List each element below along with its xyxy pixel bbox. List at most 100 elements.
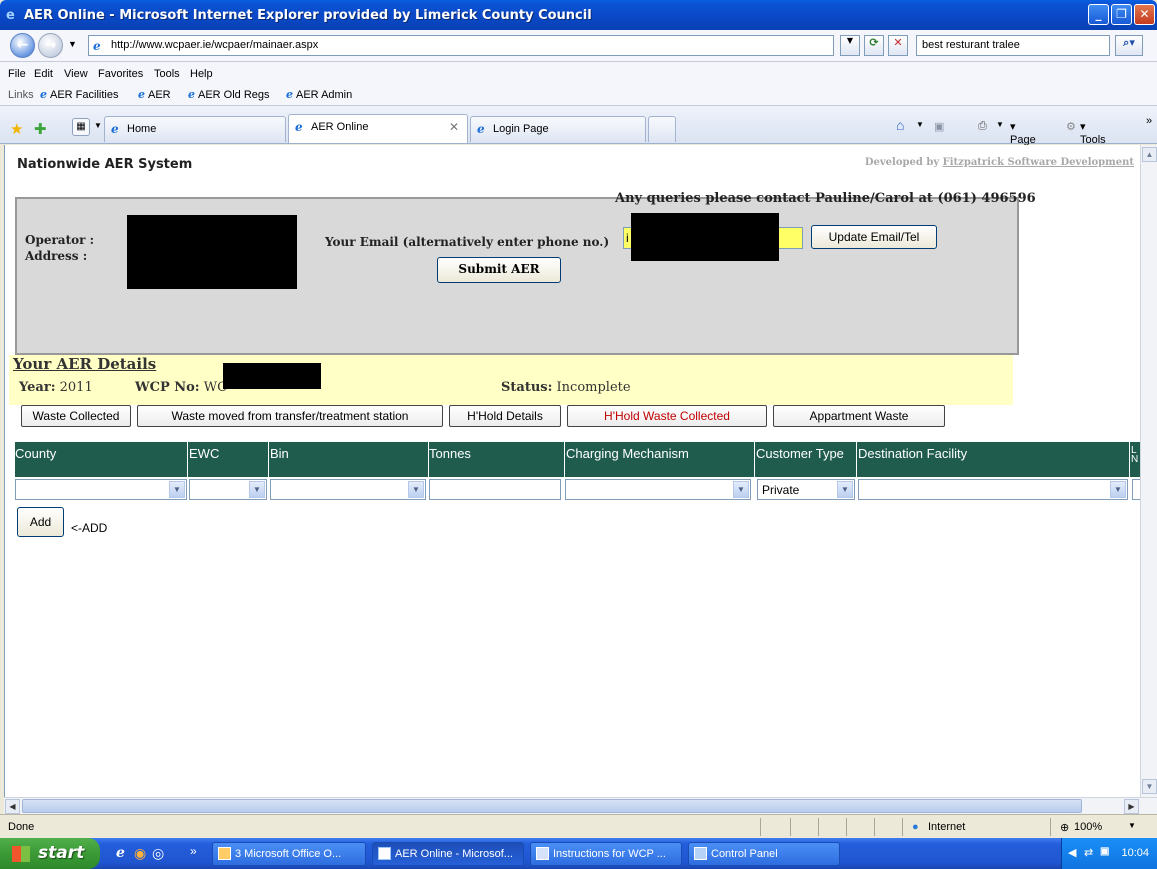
status-bar: Done ● Internet ⊕ 100% ▼: [0, 814, 1157, 838]
link-aer[interactable]: e AER: [138, 88, 171, 101]
search-input[interactable]: best resturant tralee: [916, 35, 1110, 56]
refresh-button[interactable]: ⟳: [864, 35, 884, 56]
developer-link[interactable]: Fitzpatrick Software Development: [943, 157, 1134, 168]
address-dropdown-button[interactable]: ▼: [840, 35, 860, 56]
print-dropdown-icon[interactable]: ▼: [996, 120, 1004, 129]
bin-select[interactable]: ▼: [270, 479, 426, 500]
details-heading: Your AER Details: [13, 355, 157, 373]
chevron-down-icon: ▼: [408, 481, 424, 498]
outlook-quicklaunch-icon[interactable]: ◉: [134, 845, 146, 862]
horizontal-scrollbar[interactable]: ◀ ▶: [4, 797, 1157, 814]
forward-button[interactable]: →: [38, 33, 63, 58]
tab-list-dropdown[interactable]: ▼: [94, 121, 102, 130]
hhold-details-button[interactable]: H'Hold Details: [449, 405, 561, 427]
status-divider: [902, 818, 903, 836]
destination-facility-select[interactable]: ▼: [858, 479, 1128, 500]
ie-quicklaunch-icon[interactable]: e: [116, 845, 125, 861]
waste-collected-button[interactable]: Waste Collected: [21, 405, 131, 427]
submit-aer-button[interactable]: Submit AER: [437, 257, 561, 283]
task-instructions[interactable]: Instructions for WCP ...: [530, 842, 682, 866]
link-aer-facilities[interactable]: e AER Facilities: [40, 88, 118, 101]
new-tab-button[interactable]: [648, 116, 676, 142]
grid-header: County EWC Bin Tonnes Charging Mechanism…: [15, 442, 1140, 477]
redacted-operator-info: [127, 215, 297, 289]
task-office[interactable]: 3 Microsoft Office O...: [212, 842, 366, 866]
minimize-button[interactable]: _: [1088, 4, 1109, 25]
tab-home-label: Home: [127, 123, 157, 135]
status-divider: [790, 818, 791, 836]
home-icon[interactable]: ⌂: [896, 117, 904, 133]
tab-aer-online[interactable]: e AER Online ✕: [288, 114, 468, 143]
menu-tools[interactable]: Tools: [154, 68, 180, 80]
quick-tabs-icon[interactable]: ▦: [72, 118, 90, 136]
ie-icon: e: [111, 122, 119, 136]
chevron-more-icon[interactable]: »: [1146, 115, 1152, 127]
close-button[interactable]: ✕: [1134, 4, 1155, 25]
county-select[interactable]: ▼: [15, 479, 187, 500]
stop-button[interactable]: ✕: [888, 35, 908, 56]
quicklaunch-more-icon[interactable]: »: [190, 844, 197, 858]
window-title-bar[interactable]: e AER Online - Microsoft Internet Explor…: [0, 0, 1157, 30]
address-field[interactable]: e http://www.wcpaer.ie/wcpaer/mainaer.as…: [88, 35, 834, 56]
restore-button[interactable]: ❐: [1111, 4, 1132, 25]
chevron-down-icon: ▼: [1110, 481, 1126, 498]
waste-moved-button[interactable]: Waste moved from transfer/treatment stat…: [137, 405, 443, 427]
scroll-right-icon[interactable]: ▶: [1124, 799, 1139, 814]
search-value: best resturant tralee: [922, 39, 1020, 51]
task-control-panel[interactable]: Control Panel: [688, 842, 840, 866]
tray-expand-icon[interactable]: ◀: [1068, 846, 1076, 859]
col-bin: Bin: [270, 446, 289, 461]
col-ewc: EWC: [189, 446, 220, 461]
col-divider: [187, 442, 188, 477]
start-button[interactable]: start: [0, 838, 100, 869]
customer-type-select[interactable]: Private ▼: [757, 479, 855, 500]
recent-pages-dropdown[interactable]: ▼: [68, 39, 77, 49]
ewc-select[interactable]: ▼: [189, 479, 267, 500]
ln-input[interactable]: [1132, 479, 1140, 500]
menu-view[interactable]: View: [64, 68, 88, 80]
network-icon[interactable]: ⇄: [1084, 846, 1093, 859]
feeds-icon[interactable]: ▣: [934, 120, 944, 133]
page-menu[interactable]: Page ▾: [1010, 120, 1036, 146]
links-label: Links: [8, 89, 34, 101]
add-button[interactable]: Add: [17, 507, 64, 537]
favorites-star-icon[interactable]: ★: [10, 120, 23, 138]
zoom-level[interactable]: 100%: [1074, 821, 1102, 833]
antivirus-icon[interactable]: ▣: [1100, 846, 1109, 857]
update-email-button[interactable]: Update Email/Tel: [811, 225, 937, 249]
close-tab-icon[interactable]: ✕: [449, 120, 459, 134]
col-tonnes: Tonnes: [429, 446, 471, 461]
ie-icon: e: [477, 122, 485, 136]
vertical-scrollbar[interactable]: ▲ ▼: [1140, 145, 1157, 797]
tab-login-page[interactable]: e Login Page: [470, 116, 646, 142]
link-aer-old-regs[interactable]: e AER Old Regs: [188, 88, 270, 101]
menu-edit[interactable]: Edit: [34, 68, 53, 80]
browser-quicklaunch-icon[interactable]: ◎: [152, 845, 164, 862]
address-row: ← → ▼ e http://www.wcpaer.ie/wcpaer/main…: [0, 30, 1157, 62]
back-button[interactable]: ←: [10, 33, 35, 58]
zoom-dropdown-icon[interactable]: ▼: [1128, 821, 1136, 830]
year-field: Year: 2011: [19, 380, 93, 395]
menu-help[interactable]: Help: [190, 68, 213, 80]
status-text: Done: [8, 821, 35, 833]
zoom-icon[interactable]: ⊕: [1060, 821, 1069, 834]
print-icon[interactable]: ⎙: [978, 120, 987, 133]
task-aer-online[interactable]: AER Online - Microsof...: [372, 842, 524, 866]
charging-mechanism-select[interactable]: ▼: [565, 479, 751, 500]
scroll-thumb[interactable]: [22, 799, 1082, 813]
scroll-down-icon[interactable]: ▼: [1142, 779, 1157, 794]
menu-favorites[interactable]: Favorites: [98, 68, 143, 80]
scroll-up-icon[interactable]: ▲: [1142, 147, 1157, 162]
appartment-waste-button[interactable]: Appartment Waste: [773, 405, 945, 427]
ie-icon: e: [40, 88, 47, 101]
tools-menu[interactable]: Tools ▾: [1080, 120, 1106, 146]
link-aer-admin[interactable]: e AER Admin: [286, 88, 352, 101]
tonnes-input[interactable]: [429, 479, 561, 500]
home-dropdown-icon[interactable]: ▼: [916, 120, 924, 129]
add-favorites-icon[interactable]: ✚: [34, 120, 47, 138]
hhold-waste-collected-button[interactable]: H'Hold Waste Collected: [567, 405, 767, 427]
search-icon[interactable]: ⌕▾: [1115, 35, 1143, 56]
tab-home[interactable]: e Home: [104, 116, 286, 142]
scroll-left-icon[interactable]: ◀: [5, 799, 20, 814]
menu-file[interactable]: File: [8, 68, 26, 80]
